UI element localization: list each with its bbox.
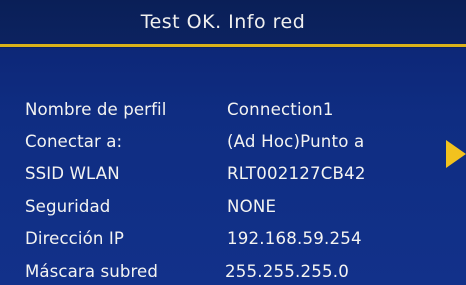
network-info-list: Nombre de perfil Connection1 Conectar a:… xyxy=(25,93,455,285)
info-label: Nombre de perfil xyxy=(25,99,167,119)
page-title: Test OK. Info red xyxy=(140,11,306,33)
title-bar: Test OK. Info red xyxy=(0,0,466,48)
info-label: Dirección IP xyxy=(25,229,124,249)
info-label: Conectar a: xyxy=(25,132,123,152)
info-value: NONE xyxy=(227,196,277,216)
network-info-screen: Test OK. Info red Nombre de perfil Conne… xyxy=(0,0,466,285)
info-row-connect-to: Conectar a: (Ad Hoc)Punto a xyxy=(25,125,455,157)
info-row-profile-name: Nombre de perfil Connection1 xyxy=(25,93,455,125)
info-label: SSID WLAN xyxy=(25,164,120,184)
info-row-security: Seguridad NONE xyxy=(25,190,455,222)
info-label: Máscara subred xyxy=(25,261,158,281)
info-value: 255.255.255.0 xyxy=(225,261,349,281)
info-value: 192.168.59.254 xyxy=(227,229,362,249)
info-value: Connection1 xyxy=(227,99,334,119)
info-value: (Ad Hoc)Punto a xyxy=(227,132,365,152)
info-label: Seguridad xyxy=(25,196,111,216)
chevron-right-icon[interactable] xyxy=(446,140,466,168)
info-row-ip-address: Dirección IP 192.168.59.254 xyxy=(25,223,455,255)
info-row-subnet-mask: Máscara subred 255.255.255.0 xyxy=(25,255,455,285)
info-row-ssid: SSID WLAN RLT002127CB42 xyxy=(25,158,455,190)
title-divider xyxy=(0,44,466,47)
info-value: RLT002127CB42 xyxy=(227,164,366,184)
